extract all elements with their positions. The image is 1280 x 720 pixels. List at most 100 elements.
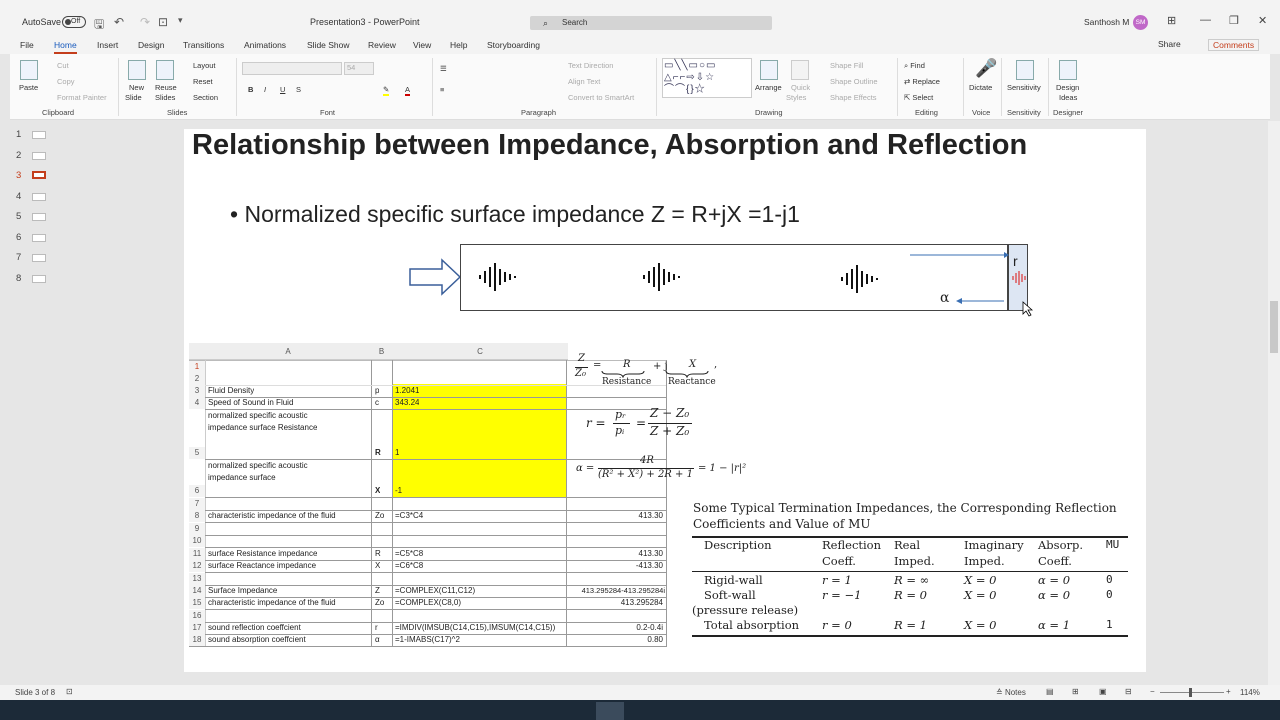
reuse-slides-label-2[interactable]: Slides xyxy=(155,93,175,102)
tab-insert[interactable]: Insert xyxy=(97,40,118,50)
cell-b12[interactable]: X xyxy=(375,561,380,570)
arrange-icon[interactable] xyxy=(760,60,778,80)
close-icon[interactable]: ✕ xyxy=(1258,14,1267,27)
bullets-icon[interactable]: ☰ xyxy=(440,64,447,73)
zoom-out-icon[interactable]: − xyxy=(1150,687,1155,696)
zoom-level[interactable]: 114% xyxy=(1240,688,1260,697)
cell-a12[interactable]: surface Reactance impedance xyxy=(208,561,316,570)
slideshow-icon[interactable]: ⊟ xyxy=(1125,687,1132,696)
tab-transitions[interactable]: Transitions xyxy=(183,40,224,50)
reuse-slides-label[interactable]: Reuse xyxy=(155,83,177,92)
text-direction-button[interactable]: Text Direction xyxy=(568,61,613,70)
cell-d11[interactable]: 413.30 xyxy=(569,549,663,558)
zoom-slider[interactable] xyxy=(1160,692,1224,693)
cell-c8[interactable]: =C3*C4 xyxy=(395,511,423,520)
dictate-button[interactable]: Dictate xyxy=(969,83,992,92)
search-box[interactable]: ⌕ Search xyxy=(530,16,772,30)
shape-fill-button[interactable]: Shape Fill xyxy=(830,61,863,70)
normal-view-icon[interactable]: ▤ xyxy=(1046,687,1054,696)
cell-d8[interactable]: 413.30 xyxy=(569,511,663,520)
accessibility-icon[interactable]: ⊡ xyxy=(66,687,73,696)
column-header[interactable]: A xyxy=(205,343,371,360)
cell-c14[interactable]: =COMPLEX(C11,C12) xyxy=(395,586,475,595)
undo-icon[interactable]: ↶ xyxy=(114,15,124,29)
cell-b15[interactable]: Zo xyxy=(375,598,384,607)
paste-button[interactable]: Paste xyxy=(19,83,38,92)
font-name-box[interactable] xyxy=(242,62,342,75)
cell-d12[interactable]: -413.30 xyxy=(569,561,663,570)
slide-canvas[interactable]: Relationship between Impedance, Absorpti… xyxy=(184,129,1146,672)
cell-a4[interactable]: Speed of Sound in Fluid xyxy=(208,398,293,407)
cell-a6-line2[interactable]: impedance surface xyxy=(208,473,276,482)
cell-b4[interactable]: c xyxy=(375,398,379,407)
cell-c15[interactable]: =COMPLEX(C8,0) xyxy=(395,598,461,607)
tab-home[interactable]: Home xyxy=(54,40,77,54)
arrange-button[interactable]: Arrange xyxy=(755,83,782,92)
tab-help[interactable]: Help xyxy=(450,40,467,50)
shapes-gallery[interactable]: ▭╲╲▭○▭ △⌐⌐⇨⇩☆ ⌒⌒{}☆ xyxy=(662,58,752,98)
tab-review[interactable]: Review xyxy=(368,40,396,50)
smartart-button[interactable]: Convert to SmartArt xyxy=(568,93,634,102)
cell-c18[interactable]: =1-IMABS(C17)^2 xyxy=(395,635,460,644)
zoom-in-icon[interactable]: + xyxy=(1226,687,1231,696)
sensitivity-button[interactable]: Sensitivity xyxy=(1007,83,1041,92)
shape-effects-button[interactable]: Shape Effects xyxy=(830,93,877,102)
quick-styles-label-2[interactable]: Styles xyxy=(786,93,806,102)
user-name[interactable]: Santhosh M xyxy=(1084,17,1129,27)
avatar[interactable]: SM xyxy=(1133,15,1148,30)
taskbar-active-app[interactable] xyxy=(596,702,624,720)
zoom-slider-thumb[interactable] xyxy=(1189,688,1192,697)
microphone-icon[interactable]: 🎤 xyxy=(975,58,997,79)
cell-a18[interactable]: sound absorption coeffcient xyxy=(208,635,306,644)
cell-a5-line2[interactable]: impedance surface Resistance xyxy=(208,423,317,432)
comments-button[interactable]: Comments xyxy=(1208,39,1260,51)
tab-animations[interactable]: Animations xyxy=(244,40,286,50)
slide-bullet[interactable]: • Normalized specific surface impedance … xyxy=(230,201,800,228)
cell-a11[interactable]: surface Resistance impedance xyxy=(208,549,317,558)
cell-d15[interactable]: 413.295284 xyxy=(569,598,663,607)
shadow-button[interactable]: S xyxy=(296,85,301,94)
quick-styles-label[interactable]: Quick xyxy=(791,83,810,92)
tab-design[interactable]: Design xyxy=(138,40,164,50)
slide-thumbnail[interactable] xyxy=(32,234,46,242)
slide-thumbnail[interactable] xyxy=(32,275,46,283)
cell-c6[interactable]: -1 xyxy=(395,486,402,495)
cell-d14[interactable]: 413.295284-413.295284i xyxy=(569,586,665,595)
present-icon[interactable]: ⊡ xyxy=(158,15,168,29)
quick-styles-icon[interactable] xyxy=(791,60,809,80)
cell-b11[interactable]: R xyxy=(375,549,381,558)
slide-sorter-icon[interactable]: ⊞ xyxy=(1072,687,1079,696)
copy-button[interactable]: Copy xyxy=(57,77,75,86)
cell-a6-line1[interactable]: normalized specific acoustic xyxy=(208,461,308,470)
cut-button[interactable]: Cut xyxy=(57,61,69,70)
slide-thumbnail[interactable] xyxy=(32,193,46,201)
design-ideas-label-2[interactable]: Ideas xyxy=(1059,93,1077,102)
cell-d18[interactable]: 0.80 xyxy=(569,635,663,644)
slide-thumbnail[interactable] xyxy=(32,131,46,139)
design-ideas-label[interactable]: Design xyxy=(1056,83,1079,92)
ribbon-display-icon[interactable]: ⊞ xyxy=(1167,14,1176,27)
section-button[interactable]: Section xyxy=(193,93,218,102)
new-slide-label-2[interactable]: Slide xyxy=(125,93,142,102)
replace-button[interactable]: ⇄ Replace xyxy=(904,77,940,86)
layout-button[interactable]: Layout xyxy=(193,61,216,70)
cell-c12[interactable]: =C6*C8 xyxy=(395,561,423,570)
reuse-slides-icon[interactable] xyxy=(156,60,174,80)
cell-b18[interactable]: α xyxy=(375,635,380,644)
cell-a3[interactable]: Fluid Density xyxy=(208,386,254,395)
cell-c5[interactable]: 1 xyxy=(395,448,399,457)
highlight-icon[interactable]: ✎ xyxy=(383,85,390,96)
format-painter-button[interactable]: Format Painter xyxy=(57,93,107,102)
cell-b6[interactable]: X xyxy=(375,486,380,495)
tab-view[interactable]: View xyxy=(413,40,431,50)
share-button[interactable]: Share xyxy=(1158,39,1181,49)
font-color-button[interactable]: A xyxy=(405,85,411,96)
cell-c11[interactable]: =C5*C8 xyxy=(395,549,423,558)
autosave-toggle[interactable]: Off xyxy=(62,16,86,28)
cell-a8[interactable]: characteristic impedance of the fluid xyxy=(208,511,336,520)
notes-button[interactable]: ≙ Notes xyxy=(996,688,1026,697)
cell-b14[interactable]: Z xyxy=(375,586,380,595)
sensitivity-icon[interactable] xyxy=(1016,60,1034,80)
vertical-scrollbar[interactable] xyxy=(1268,121,1280,685)
slide-thumbnail[interactable] xyxy=(32,213,46,221)
